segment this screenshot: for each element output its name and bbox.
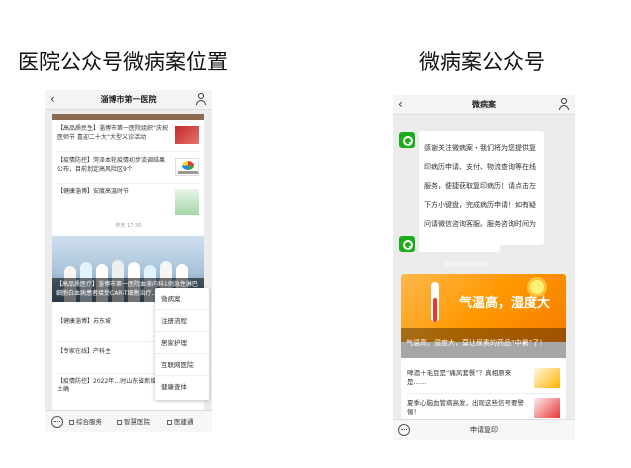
- bottom-menu-bar: 综合服务 智慧医院 医建通: [45, 410, 212, 432]
- menu-item-micro-record[interactable]: 微病案: [155, 288, 209, 310]
- account-avatar-icon: [399, 236, 415, 252]
- thermometer-icon: [431, 282, 439, 322]
- article-item-title: 【健康淄博】苏东坡: [57, 318, 112, 325]
- keyboard-icon[interactable]: [51, 416, 63, 428]
- article-item-title: 啤酒＋毛豆是“痛风套餐”？真相原来是……: [407, 369, 512, 386]
- feed-thumbnail: [175, 189, 199, 215]
- tab-general-services[interactable]: 综合服务: [69, 416, 102, 426]
- feed-thumbnail: [175, 158, 199, 176]
- menu-icon: [117, 420, 122, 425]
- menu-item-home-care[interactable]: 居家护理: [155, 332, 209, 354]
- service-popup-menu: 微病案 注册流程 居家护理 互联网医院 健康查体: [155, 288, 209, 400]
- article-thumbnail: [534, 368, 560, 388]
- banner-title: 气温高，湿度大: [459, 296, 551, 311]
- account-title: 微病案: [472, 100, 496, 109]
- article-item[interactable]: 啤酒＋毛豆是“痛风套餐”？真相原来是……: [407, 366, 560, 394]
- caption-left: 医院公众号微病案位置: [18, 50, 228, 74]
- feed-item-title: 【疫情防控】菏泽本轮疫情初步流调结果公布，目前划定高风险区9个: [57, 157, 166, 173]
- micro-record-screen: ‹ 微病案 感谢关注微病案・我们将为您提供复印病历申请、支付、物流查询等在线服务…: [393, 95, 575, 440]
- tab-yijiantong[interactable]: 医建通: [167, 416, 194, 426]
- account-title: 淄博市第一医院: [100, 95, 157, 104]
- menu-item-checkup[interactable]: 健康查体: [155, 376, 209, 398]
- article-item[interactable]: 夏季心脑血管病高发，出现这些信号要警惕！: [407, 396, 560, 420]
- message-timestamp: [444, 262, 488, 266]
- welcome-message: 感谢关注微病案・我们将为您提供复印病历申请、支付、物流查询等在线服务，便捷获取复…: [419, 131, 544, 247]
- profile-icon[interactable]: [559, 98, 569, 110]
- feed-item[interactable]: 【疫情防控】菏泽本轮疫情初步流调结果公布，目前划定高风险区9个: [57, 156, 199, 184]
- article-thumbnail: [534, 398, 560, 418]
- bottom-menu-bar: 申请复印: [393, 419, 575, 440]
- menu-item-internet-hospital[interactable]: 互联网医院: [155, 354, 209, 376]
- article-card[interactable]: 气温高，湿度大 气温高，湿度大，莫让尿素的药品“中暑”了！ 啤酒＋毛豆是“痛风套…: [401, 274, 566, 420]
- apply-copy-button[interactable]: 申请复印: [393, 425, 575, 435]
- feed-image-strip: [52, 114, 204, 120]
- menu-icon: [69, 420, 74, 425]
- article-item-title: 夏季心脑血管病高发，出现这些信号要警惕！: [407, 399, 524, 416]
- article-item-title: 【疫情防控】2022年…时山东省新增本土确: [57, 378, 163, 393]
- nav-bar: ‹ 淄博市第一医院: [45, 90, 212, 110]
- hospital-account-screen: ‹ 淄博市第一医院 【高品质民生】淄博市第一医院组织“庆祝医师节 喜迎二十大”大…: [45, 90, 212, 432]
- card-headline: 气温高，湿度大，莫让尿素的药品“中暑”了！: [401, 328, 566, 358]
- feed-item-title: 【高品质民生】淄博市第一医院组织“庆祝医师节 喜迎二十大”大型义诊活动: [57, 125, 169, 141]
- profile-icon[interactable]: [196, 93, 206, 105]
- message-bubble: [419, 235, 500, 252]
- tab-smart-hospital[interactable]: 智慧医院: [117, 416, 150, 426]
- feed-item-title: 【健康淄博】安度高温时节: [57, 188, 130, 195]
- feed-item[interactable]: 【高品质民生】淄博市第一医院组织“庆祝医师节 喜迎二十大”大型义诊活动: [57, 124, 199, 152]
- account-avatar-icon: [399, 132, 415, 148]
- feed-thumbnail: [175, 126, 199, 144]
- caption-right: 微病案公众号: [419, 50, 545, 74]
- menu-icon: [167, 420, 172, 425]
- menu-item-registration[interactable]: 注册流程: [155, 310, 209, 332]
- nav-bar: ‹ 微病案: [393, 95, 575, 115]
- message-timestamp: 昨天 17:30: [115, 223, 142, 229]
- article-item-title: 【专家在线】产科主: [57, 348, 112, 355]
